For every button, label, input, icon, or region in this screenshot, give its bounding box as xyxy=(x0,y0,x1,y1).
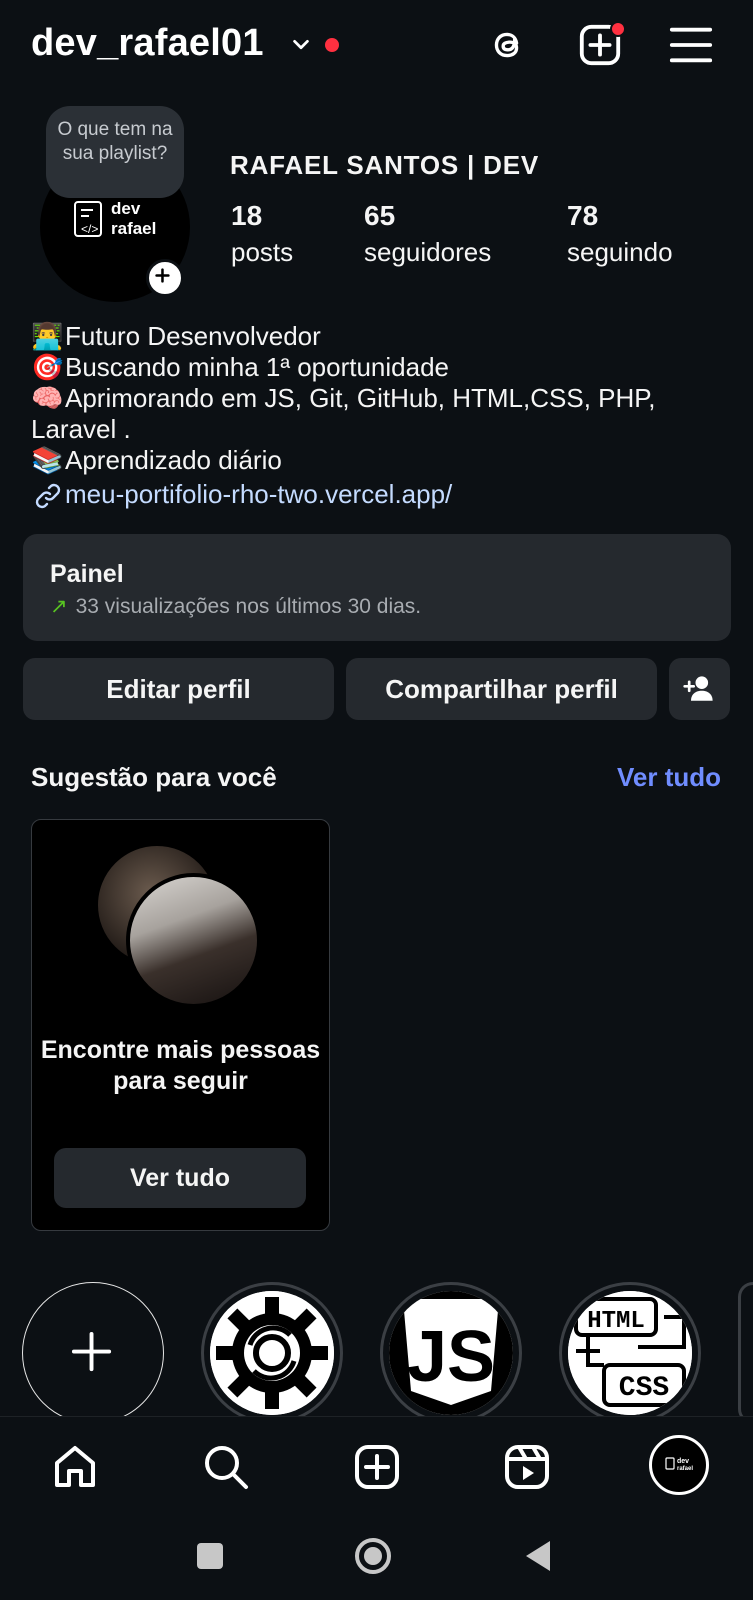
see-all-link[interactable]: Ver tudo xyxy=(617,762,721,793)
note-bubble[interactable]: O que tem na sua playlist? xyxy=(46,106,184,198)
posts-count[interactable]: 18 xyxy=(231,200,262,232)
svg-text:</>: </> xyxy=(81,222,98,236)
bio-text: Futuro Desenvolvedor xyxy=(65,321,321,351)
javascript-icon: JS xyxy=(389,1291,513,1415)
home-circle-icon[interactable] xyxy=(354,1537,392,1575)
following-label[interactable]: seguindo xyxy=(567,237,673,268)
avatar-text-top: dev xyxy=(111,199,141,218)
dashboard-title: Painel xyxy=(50,560,124,588)
bio-text: Aprendizado diário xyxy=(65,445,282,475)
dashboard-views-text: 33 visualizações nos últimos 30 dias. xyxy=(75,595,422,618)
add-person-icon xyxy=(682,676,713,701)
svg-text:JS: JS xyxy=(407,1317,495,1397)
svg-text:CSS: CSS xyxy=(619,1373,669,1404)
professional-dashboard[interactable]: Painel ↗ 33 visualizações nos últimos 30 … xyxy=(23,534,731,641)
dev-rafael-logo: dev rafael xyxy=(665,1457,693,1472)
threads-icon[interactable] xyxy=(484,22,530,68)
suggestion-card-text: Encontre mais pessoas para seguir xyxy=(40,1036,321,1095)
followers-count[interactable]: 65 xyxy=(364,200,395,232)
home-icon[interactable] xyxy=(51,1443,99,1491)
bio-line: 🎯Buscando minha 1ª oportunidade xyxy=(31,352,449,383)
back-icon[interactable] xyxy=(522,1538,554,1574)
technologist-emoji: 👨‍💻 xyxy=(31,321,64,351)
suggested-profile-photo xyxy=(126,873,261,1008)
highlight-settings[interactable] xyxy=(201,1282,343,1424)
avatar-text-bottom: rafael xyxy=(111,219,157,238)
notification-dot xyxy=(610,21,626,37)
trend-up-arrow-icon: ↗ xyxy=(50,595,68,618)
suggestions-title: Sugestão para você xyxy=(31,762,277,792)
new-highlight-button[interactable] xyxy=(22,1282,164,1424)
followers-label[interactable]: seguidores xyxy=(364,237,491,268)
bio-line: 👨‍💻Futuro Desenvolvedor xyxy=(31,321,321,352)
brain-emoji: 🧠 xyxy=(31,383,64,413)
settings-gear-icon xyxy=(210,1291,334,1415)
link-icon xyxy=(35,483,61,509)
bio-line: 📚Aprendizado diário xyxy=(31,445,282,476)
books-emoji: 📚 xyxy=(31,445,64,475)
dashboard-subtitle: ↗ 33 visualizações nos últimos 30 dias. xyxy=(50,594,421,619)
reels-icon[interactable] xyxy=(503,1443,551,1491)
add-story-icon[interactable] xyxy=(146,259,184,297)
highlight-html-css[interactable]: HTML CSS xyxy=(559,1282,701,1424)
highlight-partial[interactable] xyxy=(738,1282,753,1424)
bio-text: Buscando minha 1ª oportunidade xyxy=(65,352,450,382)
edit-profile-button[interactable]: Editar perfil xyxy=(23,658,334,720)
chevron-down-icon[interactable] xyxy=(290,34,312,56)
share-profile-button[interactable]: Compartilhar perfil xyxy=(346,658,657,720)
following-count[interactable]: 78 xyxy=(567,200,598,232)
profile-tab-avatar[interactable]: dev rafael xyxy=(649,1435,709,1495)
top-bar: dev_rafael01 xyxy=(0,0,753,92)
bio-link[interactable]: meu-portifolio-rho-two.vercel.app/ xyxy=(31,479,452,511)
svg-text:rafael: rafael xyxy=(677,1466,693,1472)
svg-text:dev: dev xyxy=(677,1458,689,1465)
posts-label[interactable]: posts xyxy=(231,237,293,268)
recents-icon[interactable] xyxy=(195,1541,225,1571)
highlight-javascript[interactable]: JS xyxy=(380,1282,522,1424)
bio-link-text[interactable]: meu-portifolio-rho-two.vercel.app/ xyxy=(65,479,452,509)
full-name: RAFAEL SANTOS | DEV xyxy=(230,150,540,180)
search-icon[interactable] xyxy=(202,1443,250,1491)
plus-icon xyxy=(71,1331,112,1372)
bio-line: Laravel . xyxy=(31,414,131,445)
username-switcher[interactable]: dev_rafael01 xyxy=(31,22,264,65)
svg-text:HTML: HTML xyxy=(587,1308,645,1335)
see-all-button[interactable]: Ver tudo xyxy=(54,1148,306,1208)
menu-icon[interactable] xyxy=(668,22,714,68)
bio-line: 🧠Aprimorando em JS, Git, GitHub, HTML,CS… xyxy=(31,383,655,414)
discover-people-button[interactable] xyxy=(669,658,730,720)
bio-text: Aprimorando em JS, Git, GitHub, HTML,CSS… xyxy=(65,383,656,413)
html-css-icon: HTML CSS xyxy=(568,1291,692,1415)
create-icon[interactable] xyxy=(353,1443,401,1491)
notification-dot xyxy=(325,38,339,52)
target-emoji: 🎯 xyxy=(31,352,64,382)
bio-text: Laravel . xyxy=(31,414,131,444)
